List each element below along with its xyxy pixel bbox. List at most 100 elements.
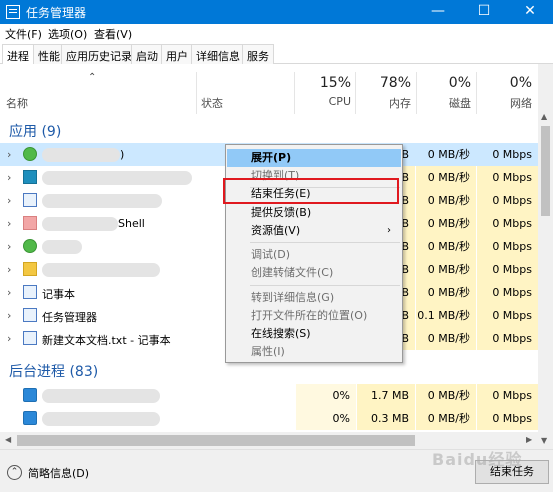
minimize-button[interactable]: — bbox=[415, 0, 461, 24]
table-row[interactable]: 0% 1.7 MB 0 MB/秒 0 Mbps bbox=[0, 384, 538, 407]
scroll-down-icon[interactable]: ▼ bbox=[541, 436, 547, 445]
redacted-name bbox=[42, 217, 118, 231]
window-title: 任务管理器 bbox=[26, 6, 87, 20]
scroll-up-icon[interactable]: ▲ bbox=[541, 112, 547, 121]
network-cell: 0 Mbps bbox=[477, 281, 538, 304]
fewer-details-link[interactable]: 简略信息(D) bbox=[28, 465, 89, 481]
sort-caret-icon: ⌃ bbox=[88, 72, 97, 83]
expand-icon[interactable]: › bbox=[7, 332, 11, 345]
notepad-icon bbox=[23, 285, 37, 299]
redacted-name bbox=[42, 240, 82, 254]
menu-item-feedback[interactable]: 提供反馈(B) bbox=[227, 204, 401, 222]
column-cpu[interactable]: CPU bbox=[296, 95, 351, 108]
menu-item-expand[interactable]: 展开(P) bbox=[227, 149, 401, 167]
redacted-name bbox=[42, 194, 162, 208]
menu-item-resource-values[interactable]: 资源值(V) › bbox=[227, 222, 401, 240]
vertical-scrollbar[interactable]: ▲ ▼ bbox=[538, 64, 553, 449]
network-cell: 0 Mbps bbox=[477, 407, 538, 430]
tab-startup[interactable]: 启动 bbox=[131, 44, 163, 64]
disk-cell: 0 MB/秒 bbox=[416, 166, 476, 189]
menu-bar: 文件(F) 选项(O) 查看(V) bbox=[0, 24, 553, 42]
expand-icon[interactable]: › bbox=[7, 240, 11, 253]
column-separator bbox=[294, 72, 295, 114]
scroll-left-icon[interactable]: ◀ bbox=[5, 435, 11, 444]
maximize-button[interactable]: ☐ bbox=[461, 0, 507, 24]
folder-icon bbox=[23, 262, 37, 276]
expand-icon[interactable]: › bbox=[7, 263, 11, 276]
menu-separator bbox=[250, 242, 400, 243]
column-separator bbox=[476, 72, 477, 114]
process-name: 新建文本文档.txt - 记事本 bbox=[42, 334, 171, 347]
cpu-percent: 15% bbox=[319, 75, 351, 91]
close-button[interactable]: ✕ bbox=[507, 0, 553, 24]
task-manager-icon bbox=[23, 308, 37, 322]
tab-services[interactable]: 服务 bbox=[242, 44, 274, 64]
disk-cell: 0 MB/秒 bbox=[416, 281, 476, 304]
app-icon bbox=[23, 193, 37, 207]
network-cell: 0 Mbps bbox=[477, 327, 538, 350]
tab-processes[interactable]: 进程 bbox=[2, 44, 34, 65]
process-name: 记事本 bbox=[42, 288, 75, 301]
disk-cell: 0 MB/秒 bbox=[416, 327, 476, 350]
expand-icon[interactable]: › bbox=[7, 286, 11, 299]
column-name[interactable]: 名称 bbox=[6, 95, 28, 111]
process-name: 任务管理器 bbox=[42, 311, 97, 324]
redacted-name bbox=[42, 389, 160, 403]
table-row[interactable]: 0% 0.3 MB 0 MB/秒 0 Mbps bbox=[0, 407, 538, 430]
network-cell: 0 Mbps bbox=[477, 235, 538, 258]
tab-details[interactable]: 详细信息 bbox=[191, 44, 245, 64]
menu-item-search-online[interactable]: 在线搜索(S) bbox=[227, 325, 401, 343]
redacted-name bbox=[42, 148, 120, 162]
expand-icon[interactable]: › bbox=[7, 217, 11, 230]
redacted-name bbox=[42, 171, 192, 185]
disk-cell: 0 MB/秒 bbox=[416, 384, 476, 407]
network-cell: 0 Mbps bbox=[477, 143, 538, 166]
column-separator bbox=[416, 72, 417, 114]
expand-icon[interactable]: › bbox=[7, 309, 11, 322]
menu-item-open-file-location[interactable]: 打开文件所在的位置(O) bbox=[227, 307, 401, 325]
disk-cell: 0 MB/秒 bbox=[416, 258, 476, 281]
horizontal-scroll-thumb[interactable] bbox=[17, 435, 415, 446]
expand-icon[interactable]: › bbox=[7, 148, 11, 161]
column-status[interactable]: 状态 bbox=[201, 95, 223, 111]
menu-item-properties[interactable]: 属性(I) bbox=[227, 343, 401, 361]
scroll-right-icon[interactable]: ▶ bbox=[526, 435, 532, 444]
menu-options[interactable]: 选项(O) bbox=[48, 26, 87, 42]
disk-cell: 0 MB/秒 bbox=[416, 143, 476, 166]
menu-item-create-dump[interactable]: 创建转储文件(C) bbox=[227, 264, 401, 282]
expand-icon[interactable]: › bbox=[7, 194, 11, 207]
cpu-cell: 0% bbox=[296, 384, 356, 407]
disk-cell: 0.1 MB/秒 bbox=[416, 304, 476, 327]
process-icon bbox=[23, 388, 37, 402]
disk-percent: 0% bbox=[448, 75, 471, 91]
column-separator bbox=[196, 72, 197, 114]
memory-cell: 0.3 MB bbox=[357, 407, 415, 430]
disk-cell: 0 MB/秒 bbox=[416, 212, 476, 235]
app-icon bbox=[23, 239, 37, 253]
column-disk[interactable]: 磁盘 bbox=[418, 95, 471, 111]
menu-item-debug[interactable]: 调试(D) bbox=[227, 246, 401, 264]
column-network[interactable]: 网络 bbox=[478, 95, 532, 111]
expand-icon[interactable]: › bbox=[7, 171, 11, 184]
notepad-icon bbox=[23, 331, 37, 345]
network-cell: 0 Mbps bbox=[477, 258, 538, 281]
network-cell: 0 Mbps bbox=[477, 166, 538, 189]
menu-item-go-to-details[interactable]: 转到详细信息(G) bbox=[227, 289, 401, 307]
network-cell: 0 Mbps bbox=[477, 212, 538, 235]
menu-separator bbox=[250, 285, 400, 286]
column-separator bbox=[355, 72, 356, 114]
cpu-cell: 0% bbox=[296, 407, 356, 430]
annotation-highlight-box bbox=[223, 178, 399, 204]
vertical-scroll-thumb[interactable] bbox=[541, 126, 550, 216]
column-memory[interactable]: 内存 bbox=[357, 95, 411, 111]
menu-file[interactable]: 文件(F) bbox=[5, 26, 42, 42]
submenu-arrow-icon: › bbox=[387, 225, 391, 236]
menu-view[interactable]: 查看(V) bbox=[94, 26, 132, 42]
disk-cell: 0 MB/秒 bbox=[416, 235, 476, 258]
fewer-details-icon[interactable]: ⌃ bbox=[7, 465, 22, 480]
redacted-name bbox=[42, 263, 160, 277]
disk-cell: 0 MB/秒 bbox=[416, 407, 476, 430]
tab-users[interactable]: 用户 bbox=[161, 44, 193, 64]
task-manager-icon bbox=[6, 5, 20, 19]
tab-app-history[interactable]: 应用历史记录 bbox=[61, 44, 137, 64]
